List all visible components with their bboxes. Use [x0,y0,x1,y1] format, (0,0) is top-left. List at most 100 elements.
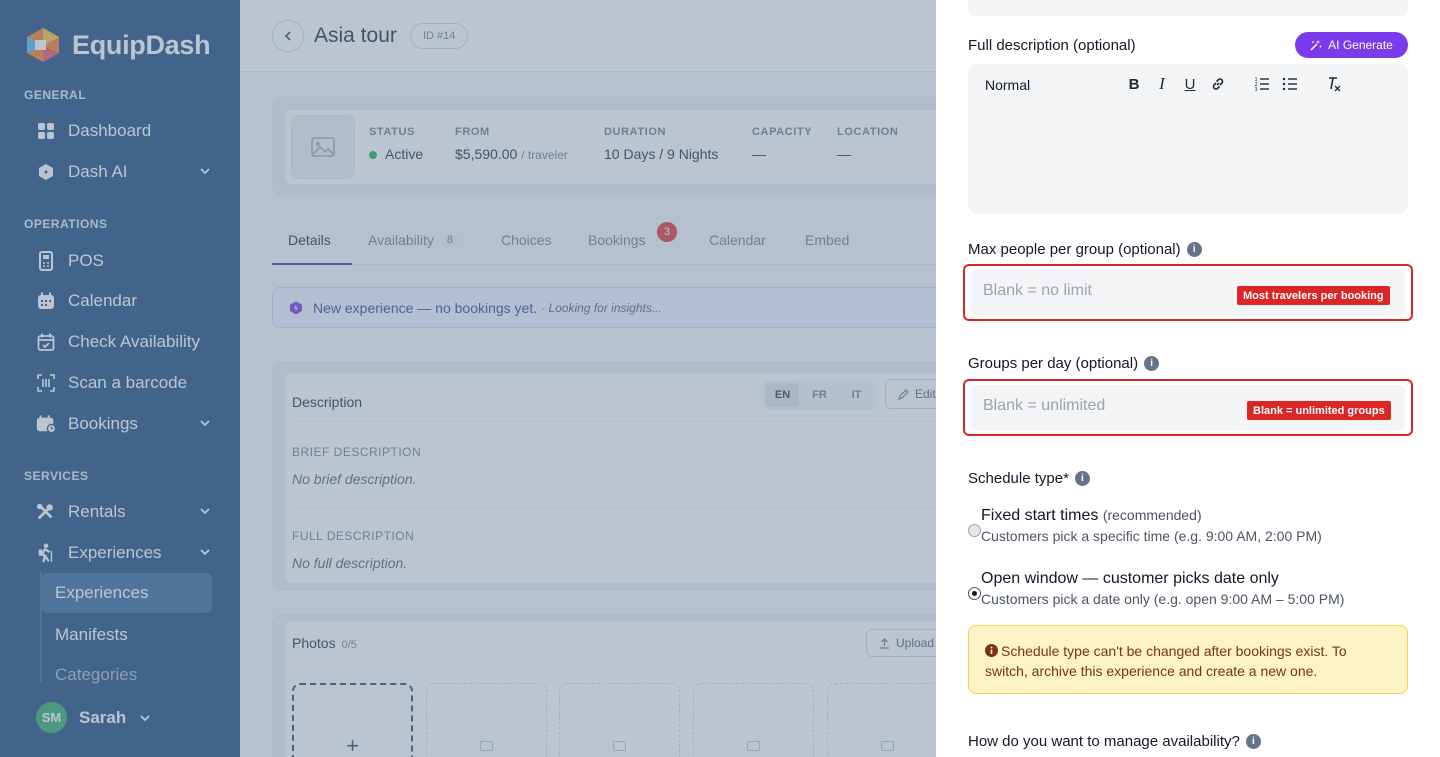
banner-text: New experience — no bookings yet. [313,299,538,316]
sidebar-item-label: Dashboard [68,121,152,140]
edit-description-button[interactable]: Edit [885,379,936,409]
photo-slot[interactable] [827,683,936,757]
info-icon[interactable]: i [1186,242,1202,257]
chevron-down-icon[interactable] [198,416,212,430]
ai-generate-button[interactable]: AI Generate [1295,32,1408,58]
app-name: EquipDash [72,29,211,60]
stat-status: STATUS Active [369,126,423,162]
max-people-error-tag: Most travelers per booking [1237,286,1390,305]
lang-en[interactable]: EN [766,383,799,407]
groups-per-day-input[interactable] [983,397,1243,415]
sidebar-item-bookings[interactable]: Bookings [36,414,216,434]
pos-terminal-icon [36,251,56,271]
tab-label: Embed [805,232,850,248]
divider [292,507,936,508]
tab-label: Availability [368,232,434,248]
photo-slot[interactable] [559,683,680,757]
tab-bookings[interactable]: Bookings [588,232,646,248]
bullet-list-icon[interactable] [1281,75,1299,93]
sidebar-item-pos[interactable]: POS [36,251,216,271]
radio-fixed-start-times[interactable] [968,524,981,537]
warning-text: Schedule type can't be changed after boo… [985,643,1347,679]
radio-open-window[interactable] [968,587,981,600]
stat-label: DURATION [604,126,667,138]
sidebar-item-dash-ai[interactable]: Dash AI [36,162,216,182]
image-icon [480,741,493,751]
sidebar-item-label: Dash AI [68,162,128,181]
stat-from: FROM $5,590.00 / traveler [455,126,568,162]
equipdash-logo-icon [27,28,59,62]
pencil-icon [898,388,909,400]
photo-slot[interactable] [426,683,547,757]
tab-details[interactable]: Details [288,232,331,248]
stat-capacity: CAPACITY — [752,126,812,162]
app-logo[interactable]: EquipDash [24,26,211,64]
max-people-input[interactable] [983,282,1243,300]
sidebar-subitem-manifests[interactable]: Manifests [42,615,212,655]
sidebar-item-label: Check Availability [68,332,200,351]
info-icon[interactable]: i [1144,356,1160,371]
status-dot [369,151,377,160]
status-value: Active [385,146,424,162]
groups-per-day-field: Blank = unlimited groups [963,379,1413,436]
max-people-label: Max people per group (optional) i [968,241,1202,258]
chevron-down-icon[interactable] [198,504,212,518]
chevron-down-icon[interactable] [198,545,212,559]
photos-title-text: Photos [292,635,336,651]
link-icon[interactable] [1209,75,1227,93]
rich-text-editor[interactable]: Normal B I U 123 [968,64,1408,214]
chevron-down-icon[interactable] [138,711,152,725]
avatar: SM [36,702,67,733]
page-header: Asia tour ID #14 [240,0,936,72]
app-root: EquipDash GENERAL Dashboard Dash AI OPER… [0,0,1440,757]
upload-button[interactable]: Upload [866,629,936,657]
field-label-text: Groups per day (optional) [968,355,1139,372]
section-operations: OPERATIONS [24,217,108,231]
main-content: Asia tour ID #14 STATUS Active FROM $5,5… [240,0,936,757]
sidebar-item-check-availability[interactable]: Check Availability [36,332,216,352]
sidebar-item-calendar[interactable]: Calendar [36,291,216,311]
tab-choices[interactable]: Choices [501,232,552,248]
tab-calendar[interactable]: Calendar [709,232,766,248]
sidebar-item-label: Rentals [68,502,126,521]
photo-slot[interactable] [693,683,814,757]
sidebar-item-label: Scan a barcode [68,373,188,392]
sidebar-item-rentals[interactable]: Rentals [36,502,216,522]
schedule-type-label: Schedule type* i [968,470,1090,487]
back-button[interactable] [272,20,304,52]
info-icon[interactable]: i [1245,734,1261,749]
fixed-start-times-option: Fixed start times (recommended) [981,507,1202,525]
bold-icon[interactable]: B [1125,75,1143,93]
sidebar-subitem-experiences[interactable]: Experiences [42,573,212,613]
open-window-option[interactable]: Open window — customer picks date only [981,570,1279,588]
cover-image-placeholder[interactable] [291,115,355,179]
open-window-description: Customers pick a date only (e.g. open 9:… [981,591,1345,607]
tab-bar: Details Availability 8 Choices Bookings 3… [272,222,936,265]
price-unit: / traveler [521,148,568,162]
chevron-down-icon[interactable] [198,164,212,178]
sidebar-item-experiences[interactable]: Experiences [36,543,216,563]
italic-icon[interactable]: I [1153,74,1171,93]
sidebar-subitem-categories[interactable]: Categories [42,655,212,695]
info-icon[interactable]: i [1074,471,1090,486]
stat-location: LOCATION — [837,126,898,162]
tab-embed[interactable]: Embed [805,232,849,248]
tab-availability[interactable]: Availability 8 [368,232,459,248]
sidebar-item-scan-barcode[interactable]: Scan a barcode [36,373,216,393]
clear-format-icon[interactable] [1325,75,1343,93]
underline-icon[interactable]: U [1181,75,1199,93]
stat-label: CAPACITY [752,126,813,138]
lang-fr[interactable]: FR [803,383,836,407]
upload-label: Upload [896,636,935,650]
language-switcher: EN FR IT [763,380,876,410]
tools-icon [36,502,56,522]
previous-field[interactable] [968,0,1408,16]
add-photo-slot[interactable]: + [292,683,413,757]
user-menu[interactable]: SM Sarah [36,702,152,733]
ordered-list-icon[interactable]: 123 [1253,75,1271,93]
field-label-text: Full description (optional) [968,37,1136,54]
edit-drawer: Full description (optional) AI Generate … [936,0,1440,757]
format-select[interactable]: Normal [985,77,1030,93]
sidebar-item-dashboard[interactable]: Dashboard [36,121,216,141]
lang-it[interactable]: IT [840,383,873,407]
